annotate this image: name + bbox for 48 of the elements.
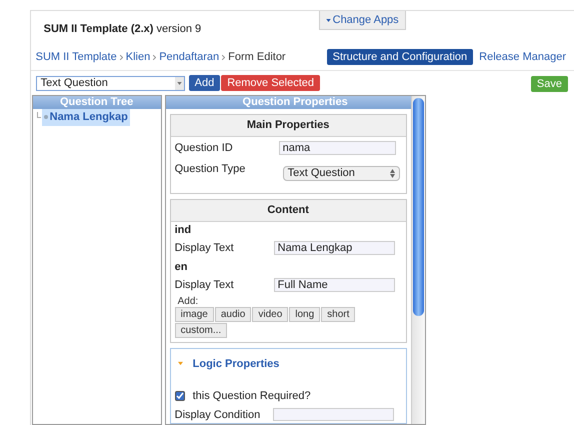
add-label: Add: <box>176 296 200 306</box>
tree-branch-icon <box>36 112 41 118</box>
add-media-button[interactable]: long <box>289 306 320 322</box>
caret-icon <box>326 18 331 22</box>
bullet-icon <box>44 115 48 120</box>
app-title: SUM II Template (2.x) version 9 <box>42 22 202 37</box>
question-type-dropdown[interactable]: Text Question <box>282 166 400 181</box>
display-condition-field[interactable] <box>272 408 394 422</box>
chevron-icon <box>222 54 226 60</box>
change-apps-tab[interactable]: Change Apps <box>318 11 406 30</box>
scrollbar[interactable] <box>410 96 425 424</box>
section-header: Main Properties <box>170 115 406 136</box>
dropdown-arrow-icon <box>176 82 182 84</box>
required-checkbox[interactable] <box>174 391 185 402</box>
nav-tab[interactable]: Release Manager <box>473 49 572 65</box>
panel-header: Question Tree <box>32 96 161 109</box>
scrollbar-thumb[interactable] <box>412 98 424 316</box>
chevron-icon <box>120 54 123 60</box>
display-text-field[interactable]: Nama Lengkap <box>274 241 395 256</box>
add-media-button[interactable]: image <box>174 306 214 322</box>
breadcrumb-link[interactable]: SUM II Template <box>36 48 117 66</box>
tree-item[interactable]: Nama Lengkap <box>42 109 130 126</box>
nav-tab[interactable]: Structure and Configuration <box>326 49 474 65</box>
checkbox-label: this Question Required? <box>192 389 311 404</box>
add-media-button[interactable]: video <box>252 306 288 322</box>
caret-icon[interactable] <box>178 361 183 366</box>
field-label: Question Type <box>174 162 246 177</box>
add-media-button[interactable]: audio <box>214 306 252 322</box>
section-header: Content <box>170 200 406 222</box>
add-media-button[interactable]: custom... <box>174 322 228 338</box>
breadcrumb-link[interactable]: Pendaftaran <box>159 48 220 66</box>
question-id-field[interactable]: nama <box>278 140 396 155</box>
remove-selected-button[interactable]: Remove Selected <box>221 75 320 91</box>
field-label: Display Text <box>174 278 235 293</box>
add-media-button[interactable]: short <box>321 306 356 322</box>
add-button[interactable]: Add <box>188 75 220 91</box>
section-title: Logic Properties <box>192 356 280 372</box>
language-code: en <box>174 260 188 274</box>
field-label: Display Condition <box>174 408 262 422</box>
display-text-field[interactable]: Full Name <box>274 278 395 292</box>
field-label: Question ID <box>174 140 234 156</box>
stepper-arrows-icon <box>390 169 395 178</box>
question-type-select[interactable]: Text Question <box>36 76 185 90</box>
language-code: ind <box>174 222 192 238</box>
breadcrumb-link[interactable]: Klien <box>126 48 150 66</box>
chevron-icon <box>153 54 156 60</box>
breadcrumb-current: Form Editor <box>228 50 286 65</box>
field-label: Display Text <box>174 241 235 256</box>
